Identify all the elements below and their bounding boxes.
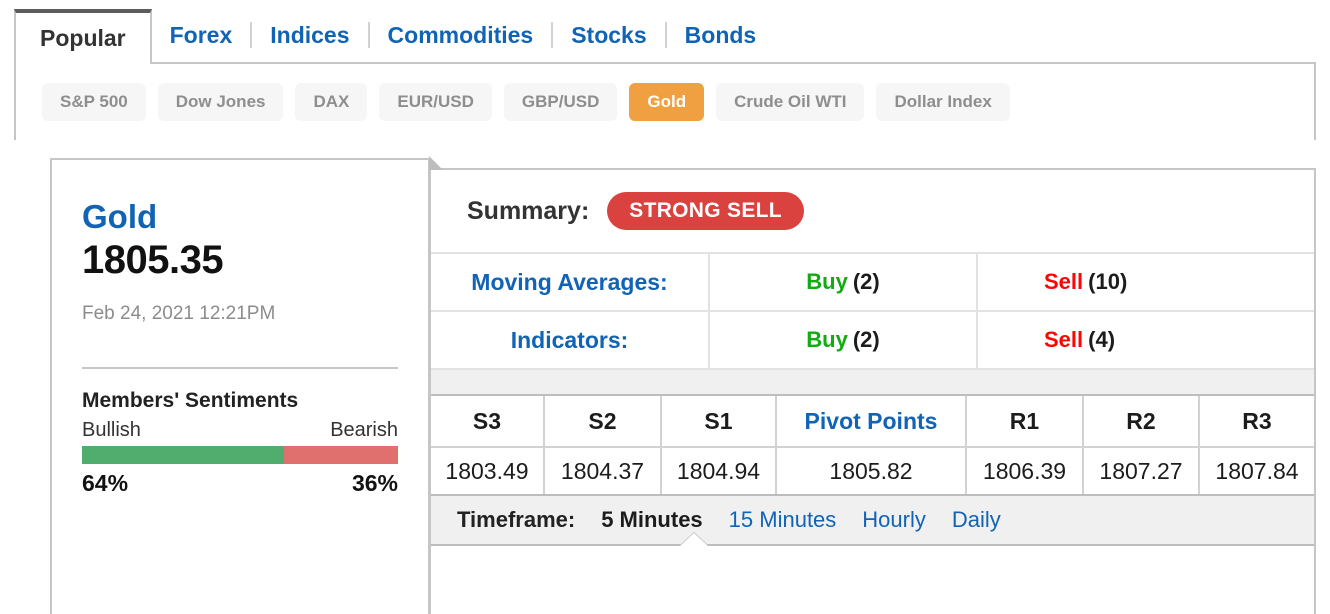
timeframe-caret-icon xyxy=(680,533,708,546)
sell-label: Sell xyxy=(1044,269,1084,294)
signal-row-name[interactable]: Indicators: xyxy=(431,312,710,368)
sell-label: Sell xyxy=(1044,327,1084,352)
technical-summary-widget: Popular Forex Indices Commodities Stocks Bond… xyxy=(0,0,1330,614)
buy-signal-cell: Buy (2) xyxy=(710,254,978,310)
timeframe-option-daily[interactable]: Daily xyxy=(952,507,1001,533)
pivot-value-s1: 1804.94 xyxy=(662,448,777,494)
quote-price: 1805.35 xyxy=(82,238,224,283)
timeframe-option-hourly[interactable]: Hourly xyxy=(862,507,926,533)
buy-signal-cell: Buy (2) xyxy=(710,312,978,368)
tab-forex[interactable]: Forex xyxy=(152,9,251,62)
timeframe-bar: Timeframe: 5 Minutes 15 Minutes Hourly Dail… xyxy=(431,496,1314,546)
pivot-header-row: S3 S2 S1 Pivot Points R1 R2 R3 xyxy=(431,396,1314,448)
chip-eur-usd[interactable]: EUR/USD xyxy=(379,83,492,121)
pivot-value-pivot-points: 1805.82 xyxy=(777,448,967,494)
buy-count: (2) xyxy=(852,327,880,352)
timeframe-options: 5 Minutes 15 Minutes Hourly Daily xyxy=(601,507,1001,533)
signal-rows: Moving Averages: Buy (2) Sell (10) Indicators… xyxy=(431,254,1314,370)
section-separator-band xyxy=(431,370,1314,396)
quote-timestamp: Feb 24, 2021 12:21PM xyxy=(82,303,276,325)
pivot-points-table: S3 S2 S1 Pivot Points R1 R2 R3 1803.49 1804.37 1… xyxy=(431,396,1314,496)
members-sentiments-title: Members' Sentiments xyxy=(82,389,299,413)
buy-count: (2) xyxy=(852,269,880,294)
analysis-panel: Summary: STRONG SELL Moving Averages: Buy… xyxy=(429,168,1316,614)
chip-s-p-500[interactable]: S&P 500 xyxy=(42,83,146,121)
bullish-bar-segment xyxy=(82,446,285,465)
pivot-value-s3: 1803.49 xyxy=(431,448,545,494)
bearish-percent: 36% xyxy=(351,470,398,497)
pivot-values-row: 1803.49 1804.37 1804.94 1805.82 1806.39 1807.… xyxy=(431,448,1314,496)
pivot-header-s2: S2 xyxy=(545,396,662,446)
signal-row: Moving Averages: Buy (2) Sell (10) xyxy=(431,254,1314,312)
pivot-header-r3: R3 xyxy=(1242,407,1272,434)
chip-dow-jones[interactable]: Dow Jones xyxy=(157,83,284,121)
pivot-header-pivot-points[interactable]: Pivot Points xyxy=(777,396,967,446)
category-tab-bar: Popular Forex Indices Commodities Stocks Bond… xyxy=(14,9,1316,64)
buy-label: Buy xyxy=(806,327,848,352)
pivot-value-r3: 1807.84 xyxy=(1215,457,1299,484)
timeframe-option-15-minutes[interactable]: 15 Minutes xyxy=(729,507,837,533)
buy-label: Buy xyxy=(806,269,848,294)
summary-row: Summary: STRONG SELL xyxy=(431,170,1314,254)
pivot-value-r1: 1806.39 xyxy=(967,448,1084,494)
sell-count: (10) xyxy=(1088,269,1128,294)
tab-commodities[interactable]: Commodities xyxy=(370,9,552,62)
tab-popular[interactable]: Popular xyxy=(14,9,152,64)
chip-dax[interactable]: DAX xyxy=(295,83,368,121)
sentiment-percentages: 64% 36% xyxy=(82,470,398,497)
chip-gbp-usd[interactable]: GBP/USD xyxy=(503,83,618,121)
chip-gold[interactable]: Gold xyxy=(629,83,705,121)
bullish-label: Bullish xyxy=(82,419,141,442)
sell-count: (4) xyxy=(1088,327,1116,352)
symbol-chip-row: S&P 500 Dow Jones DAX EUR/USD GBP/USD Gold Cru… xyxy=(14,64,1316,140)
sentiment-labels: Bullish Bearish xyxy=(82,419,398,442)
pivot-value-r2: 1807.27 xyxy=(1084,448,1200,494)
signal-row: Indicators: Buy (2) Sell (4) xyxy=(431,312,1314,370)
bearish-label: Bearish xyxy=(330,419,398,442)
pivot-header-r1: R1 xyxy=(967,396,1084,446)
bearish-bar-segment xyxy=(284,446,398,465)
timeframe-label: Timeframe: xyxy=(457,507,576,532)
sell-signal-cell: Sell (4) xyxy=(978,312,1314,368)
pivot-header-s3: S3 xyxy=(431,396,545,446)
pivot-value-s2: 1804.37 xyxy=(545,448,662,494)
bullish-percent: 64% xyxy=(82,470,129,497)
pivot-header-r2: R2 xyxy=(1084,396,1200,446)
status-badge: STRONG SELL xyxy=(607,192,804,230)
timeframe-content-area xyxy=(431,546,1314,598)
signal-row-name[interactable]: Moving Averages: xyxy=(431,254,710,310)
timeframe-option-5-minutes[interactable]: 5 Minutes xyxy=(601,507,702,533)
panel-fold-corner xyxy=(429,156,443,170)
summary-label: Summary: xyxy=(467,196,590,225)
card-divider xyxy=(82,367,398,370)
quote-symbol[interactable]: Gold xyxy=(82,198,398,236)
tab-bonds[interactable]: Bonds xyxy=(667,9,775,62)
sentiment-bar xyxy=(82,446,398,465)
tab-indices[interactable]: Indices xyxy=(252,9,367,62)
chip-crude-oil-wti[interactable]: Crude Oil WTI xyxy=(716,83,865,121)
sell-signal-cell: Sell (10) xyxy=(978,254,1314,310)
quote-card: Gold 1805.35 Feb 24, 2021 12:21PM Member… xyxy=(50,158,430,614)
tab-stocks[interactable]: Stocks xyxy=(553,9,664,62)
chip-dollar-index[interactable]: Dollar Index xyxy=(876,83,1010,121)
pivot-header-s1: S1 xyxy=(662,396,777,446)
